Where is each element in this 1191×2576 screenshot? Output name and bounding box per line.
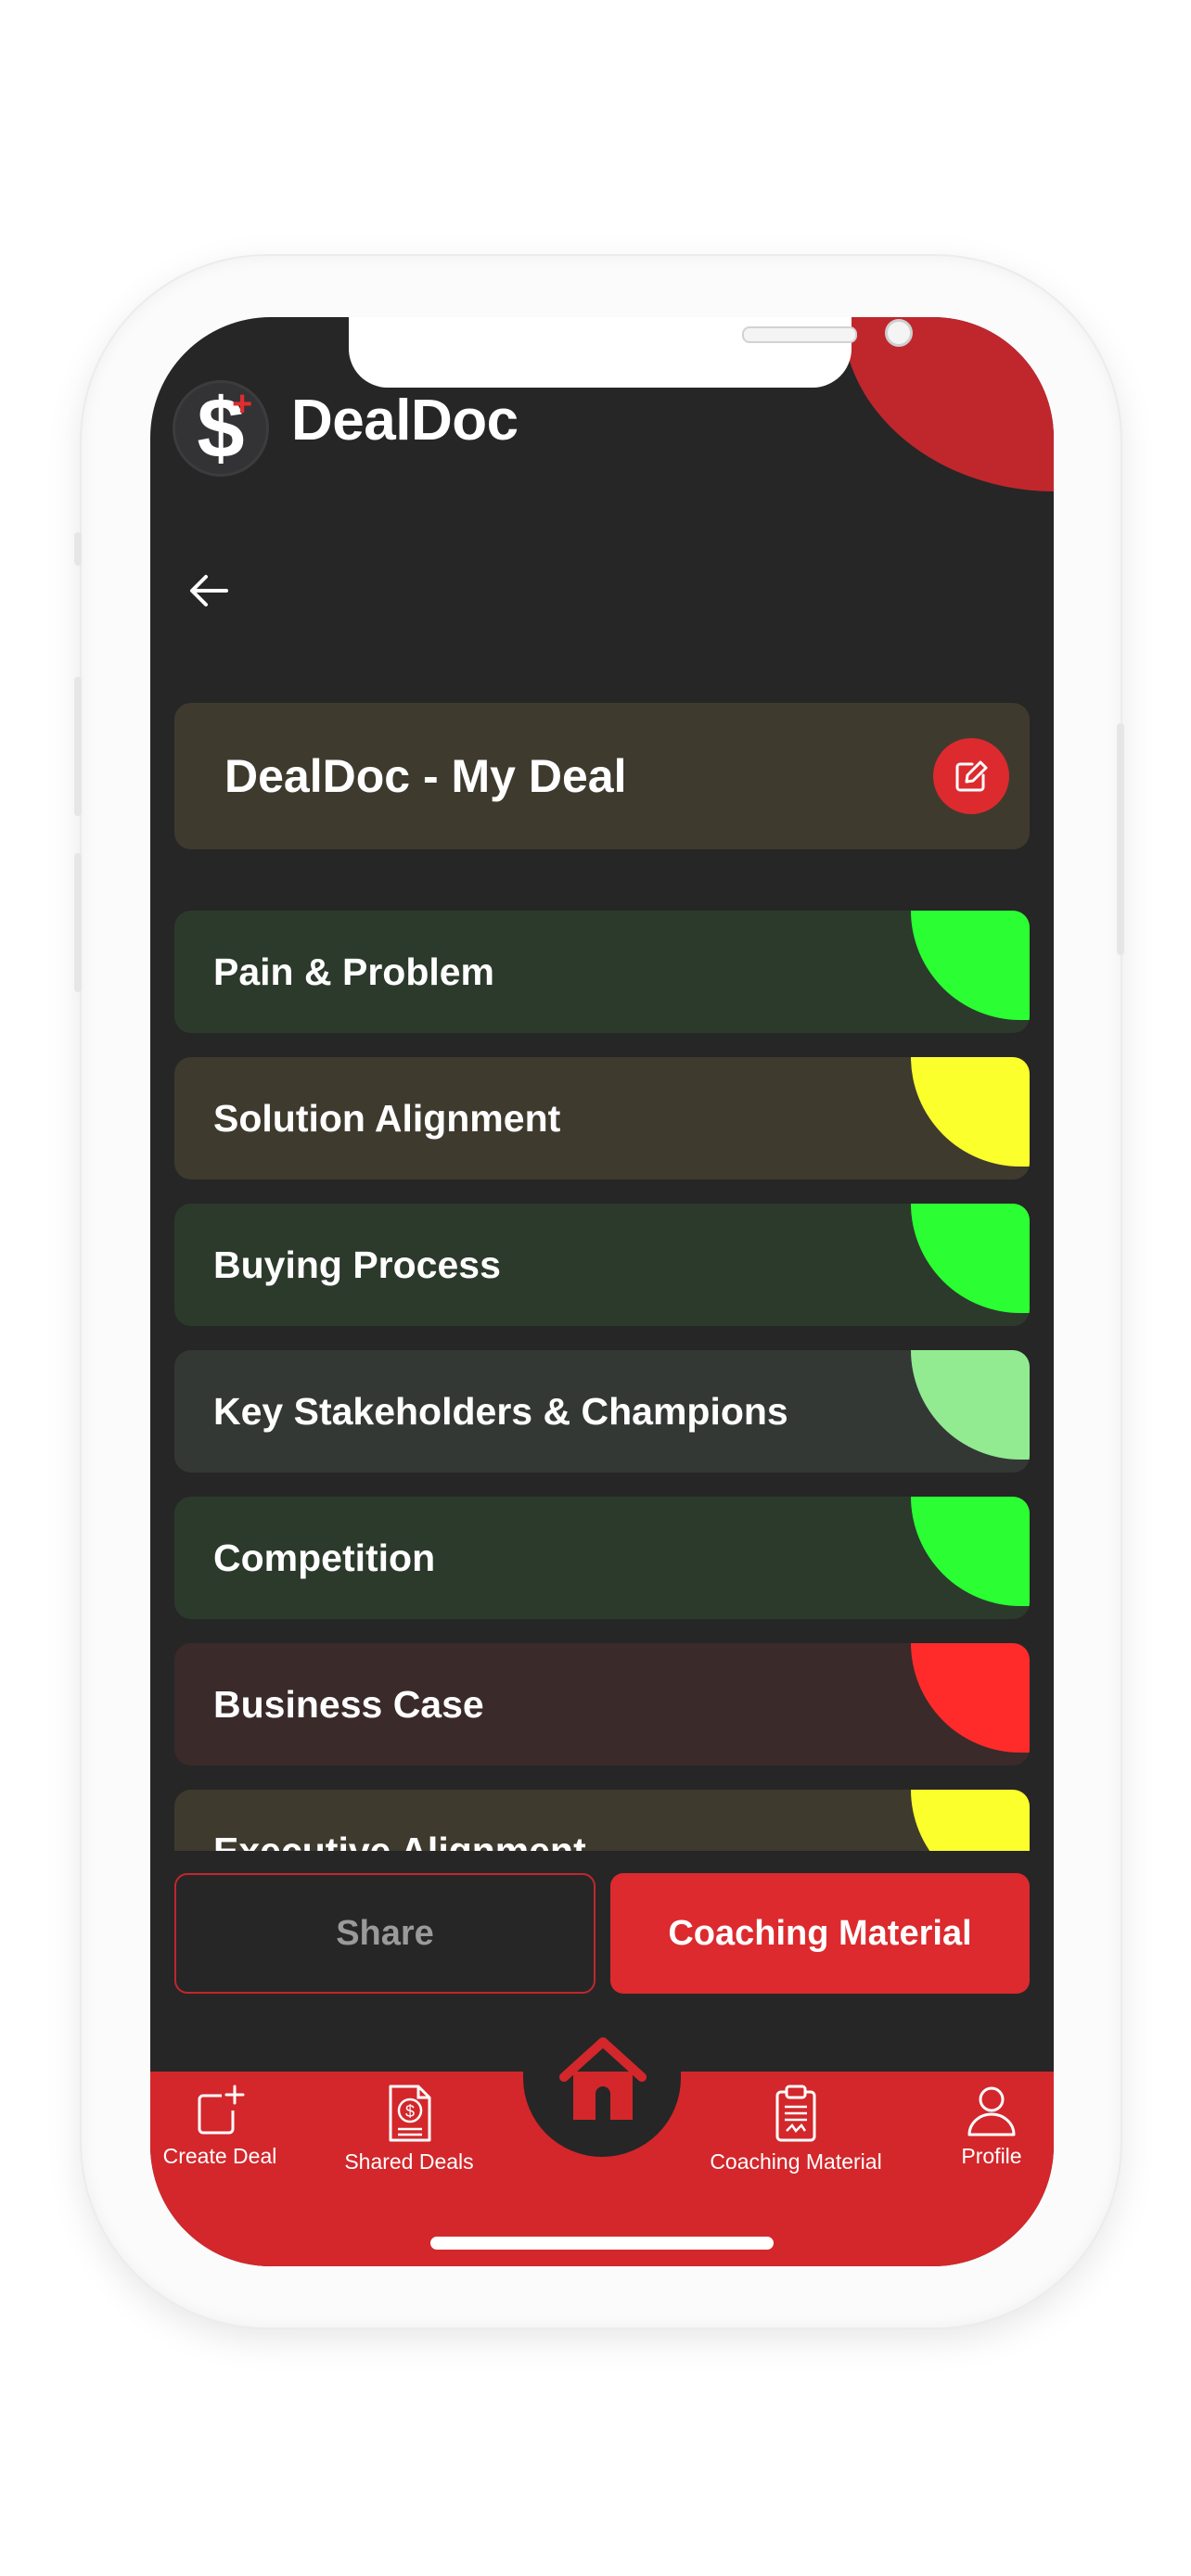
status-indicator [911, 1057, 1030, 1167]
back-arrow-icon[interactable] [186, 567, 232, 614]
section-label: Key Stakeholders & Champions [213, 1390, 788, 1433]
shared-deals-icon: $ [389, 2085, 431, 2142]
app-logo: $ + [173, 380, 269, 477]
section-label: Pain & Problem [213, 950, 495, 993]
tab-label: Create Deal [162, 2144, 277, 2168]
section-item-business-case[interactable]: Business Case [174, 1643, 1030, 1766]
section-label: Business Case [213, 1683, 484, 1726]
tab-shared-deals[interactable]: $ Shared Deals [339, 2083, 479, 2174]
section-item-pain-problem[interactable]: Pain & Problem [174, 911, 1030, 1033]
volume-down-button [74, 853, 82, 992]
section-label: Solution Alignment [213, 1097, 561, 1140]
status-indicator [911, 1204, 1030, 1313]
edit-icon [955, 760, 988, 792]
section-item-competition[interactable]: Competition [174, 1497, 1030, 1619]
status-indicator [911, 1350, 1030, 1460]
section-label: Executive Alignment [213, 1830, 586, 1851]
app-name: DealDoc [291, 389, 519, 453]
section-item-buying-process[interactable]: Buying Process [174, 1204, 1030, 1326]
section-label: Competition [213, 1537, 436, 1579]
status-indicator [911, 1790, 1030, 1851]
tab-label: Coaching Material [710, 2149, 882, 2174]
speaker-grille [742, 326, 857, 343]
status-indicator [911, 1643, 1030, 1753]
home-indicator[interactable] [430, 2237, 774, 2250]
tab-profile[interactable]: Profile [941, 2083, 1043, 2169]
mute-switch [74, 532, 82, 566]
screen: $ + DealDoc DealDoc - My Deal Pain & Pro… [150, 317, 1054, 2266]
tab-label: Profile [961, 2144, 1022, 2168]
action-buttons: Share Coaching Material [174, 1873, 1030, 1996]
status-indicator [911, 911, 1030, 1020]
notch [349, 317, 913, 388]
clipboard-icon [775, 2085, 816, 2142]
front-camera [885, 319, 913, 347]
deal-title: DealDoc - My Deal [224, 750, 627, 802]
profile-icon [967, 2086, 1016, 2136]
status-indicator [911, 1497, 1030, 1606]
create-deal-icon [198, 2085, 245, 2135]
tab-coaching-material[interactable]: Coaching Material [694, 2083, 898, 2174]
edit-deal-button[interactable] [933, 738, 1009, 814]
svg-text:$: $ [405, 2102, 415, 2121]
section-item-solution-alignment[interactable]: Solution Alignment [174, 1057, 1030, 1180]
coaching-material-button[interactable]: Coaching Material [610, 1873, 1030, 1994]
section-list[interactable]: Pain & Problem Solution Alignment Buying… [174, 911, 1030, 1851]
tab-label: Shared Deals [344, 2149, 474, 2174]
section-label: Buying Process [213, 1243, 501, 1286]
deal-title-card: DealDoc - My Deal [174, 703, 1030, 849]
home-icon[interactable] [555, 2029, 651, 2125]
section-item-key-stakeholders[interactable]: Key Stakeholders & Champions [174, 1350, 1030, 1473]
dollar-icon: $ [197, 381, 245, 476]
section-item-executive-alignment[interactable]: Executive Alignment [174, 1790, 1030, 1851]
plus-icon: + [232, 385, 253, 424]
corner-accent [842, 317, 1054, 491]
power-button [1117, 723, 1124, 955]
volume-up-button [74, 677, 82, 816]
tab-create-deal[interactable]: Create Deal [158, 2083, 282, 2169]
share-button[interactable]: Share [174, 1873, 596, 1994]
